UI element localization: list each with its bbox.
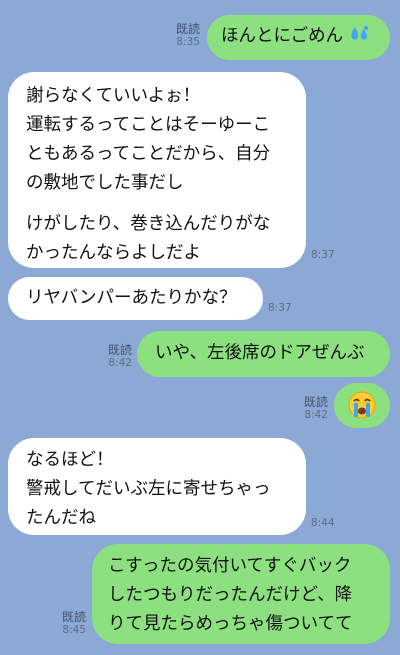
timestamp: 8:45: [62, 624, 86, 636]
sweat-droplets-icon: [349, 24, 371, 42]
message-line: けがしたり、巻き込んだりがな: [26, 214, 271, 234]
timestamp: 8:42: [304, 409, 328, 421]
message-line: たんだね: [26, 508, 96, 528]
timestamp: 8:37: [268, 302, 292, 314]
message-meta: 8:37: [268, 302, 292, 315]
message-text: リヤバンパーあたりかな？: [26, 288, 237, 308]
message-text: ほんとにごめん: [221, 26, 344, 46]
message-line: こすったの気付いてすぐバック: [108, 556, 352, 576]
read-receipt: 既読: [61, 610, 86, 624]
message-meta: 8:37: [311, 249, 335, 262]
message-meta: 既読 8:42: [100, 343, 132, 370]
message-text: いや、左後席のドアぜんぶ: [155, 343, 365, 363]
read-receipt: 既読: [303, 395, 328, 409]
message-line: なるほど！: [26, 450, 114, 470]
message-line: ともあるってことだから、自分: [26, 144, 271, 164]
timestamp: 8:37: [311, 249, 335, 261]
timestamp: 8:44: [311, 517, 335, 529]
read-receipt: 既読: [107, 343, 132, 357]
message-bubble-incoming[interactable]: なるほど！ 警戒してだいぶ左に寄せちゃっ たんだね: [8, 438, 306, 535]
message-line: 警戒してだいぶ左に寄せちゃっ: [26, 479, 271, 499]
message-line: したつもりだったんだけど、降: [108, 585, 353, 605]
message-meta: 既読 8:42: [296, 395, 328, 422]
message-line: 運転するってことはそーゆーこ: [26, 115, 271, 135]
crying-face-icon: [347, 390, 377, 420]
timestamp: 8:35: [176, 36, 200, 48]
message-line: 謝らなくていいよぉ！: [26, 86, 201, 106]
timestamp: 8:42: [108, 357, 132, 369]
message-bubble-outgoing[interactable]: [334, 383, 390, 428]
message-meta: 既読 8:45: [54, 610, 86, 637]
message-bubble-outgoing[interactable]: ほんとにごめん: [207, 15, 390, 60]
message-meta: 既読 8:35: [162, 22, 200, 49]
message-bubble-outgoing[interactable]: いや、左後席のドアぜんぶ: [137, 331, 390, 377]
message-bubble-outgoing[interactable]: こすったの気付いてすぐバック したつもりだったんだけど、降 りて見たらめっちゃ傷…: [92, 544, 390, 644]
message-meta: 8:44: [311, 517, 335, 530]
message-bubble-incoming[interactable]: 謝らなくていいよぉ！ 運転するってことはそーゆーこ ともあるってことだから、自分…: [8, 72, 306, 268]
message-line: かったんならよしだよ: [26, 243, 201, 263]
message-line: の敷地でした事だし: [26, 173, 184, 193]
message-bubble-incoming[interactable]: リヤバンパーあたりかな？: [8, 277, 263, 320]
message-line: りて見たらめっちゃ傷ついてて: [108, 614, 353, 634]
read-receipt: 既読: [175, 22, 200, 36]
